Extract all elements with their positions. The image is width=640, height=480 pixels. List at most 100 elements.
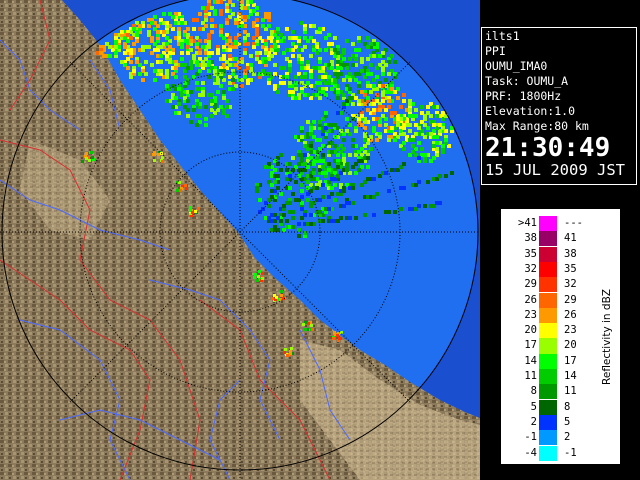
echo-cell — [387, 210, 391, 214]
echo-cell — [195, 123, 199, 127]
echo-cell — [243, 36, 247, 40]
scan-type: PPI — [485, 44, 506, 58]
echo-cell — [210, 99, 214, 103]
echo-cell — [411, 144, 415, 148]
echo-cell — [252, 9, 256, 13]
echo-cell — [240, 0, 244, 4]
echo-cell — [264, 51, 268, 55]
echo-cell — [231, 72, 235, 76]
echo-cell — [159, 54, 163, 58]
echo-cell — [126, 66, 130, 70]
echo-cell — [426, 105, 430, 109]
echo-cell — [176, 189, 179, 192]
echo-cell — [123, 45, 127, 49]
echo-cell — [420, 111, 424, 115]
echo-cell — [330, 141, 334, 145]
echo-cell — [156, 30, 160, 34]
echo-cell — [309, 156, 313, 160]
echo-cell — [345, 168, 349, 172]
echo-cell — [309, 126, 313, 130]
echo-cell — [387, 72, 391, 76]
echo-cell — [348, 123, 352, 127]
echo-cell — [157, 153, 160, 156]
echo-cell — [210, 18, 214, 22]
echo-cell — [417, 180, 421, 184]
echo-cell — [372, 108, 376, 112]
echo-cell — [312, 24, 316, 28]
echo-cell — [372, 84, 376, 88]
echo-cell — [387, 138, 391, 142]
echo-cell — [375, 66, 379, 70]
echo-cell — [303, 93, 307, 97]
echo-cell — [342, 63, 346, 67]
echo-cell — [222, 96, 226, 100]
echo-cell — [81, 160, 84, 163]
echo-cell — [390, 126, 394, 130]
echo-cell — [273, 168, 277, 172]
echo-cell — [402, 141, 406, 145]
echo-cell — [290, 347, 293, 350]
echo-cell — [432, 156, 436, 160]
echo-cell — [402, 147, 406, 151]
scan-time: 21:30:49 — [485, 133, 611, 163]
echo-cell — [291, 210, 295, 214]
echo-cell — [375, 75, 379, 79]
echo-cell — [300, 189, 304, 193]
legend-low-value: 14 — [524, 354, 537, 367]
echo-cell — [273, 180, 277, 184]
reflectivity-legend: >41 --- 38 41 35 38 32 35 29 32 26 29 23 26 20 23 17 20 14… — [501, 209, 620, 464]
echo-cell — [324, 36, 328, 40]
echo-cell — [201, 45, 205, 49]
echo-cell — [180, 51, 184, 55]
echo-cell — [180, 21, 184, 25]
echo-cell — [273, 63, 277, 67]
echo-cell — [369, 135, 373, 139]
echo-cell — [258, 270, 261, 273]
echo-cell — [327, 207, 331, 211]
legend-low-value: 20 — [524, 324, 537, 337]
echo-cell — [402, 126, 406, 130]
echo-cell — [285, 27, 289, 31]
echo-cell — [294, 87, 298, 91]
echo-cell — [423, 204, 427, 208]
echo-cell — [318, 60, 322, 64]
echo-cell — [204, 117, 208, 121]
echo-cell — [342, 48, 346, 52]
echo-cell — [189, 90, 193, 94]
echo-cell — [408, 129, 412, 133]
echo-cell — [276, 27, 280, 31]
echo-cell — [267, 81, 271, 85]
echo-cell — [126, 57, 130, 61]
radar-map-canvas — [0, 0, 480, 480]
echo-cell — [198, 12, 202, 16]
legend-row: 35 38 — [501, 246, 620, 262]
echo-cell — [216, 78, 220, 82]
echo-cell — [231, 87, 235, 91]
echo-cell — [165, 54, 169, 58]
echo-cell — [348, 87, 352, 91]
echo-cell — [369, 90, 373, 94]
echo-cell — [351, 138, 355, 142]
echo-cell — [444, 138, 448, 142]
echo-cell — [285, 168, 289, 172]
echo-cell — [291, 30, 295, 34]
echo-cell — [213, 69, 217, 73]
echo-cell — [300, 66, 304, 70]
echo-cell — [254, 273, 257, 276]
echo-cell — [252, 21, 256, 25]
echo-cell — [408, 114, 412, 118]
echo-cell — [204, 18, 208, 22]
echo-cell — [234, 63, 238, 67]
echo-cell — [297, 48, 301, 52]
echo-cell — [339, 144, 343, 148]
echo-cell — [303, 27, 307, 31]
echo-cell — [414, 123, 418, 127]
echo-cell — [249, 54, 253, 58]
echo-cell — [178, 181, 181, 184]
echo-cell — [351, 63, 355, 67]
echo-cell — [270, 195, 274, 199]
echo-cell — [307, 322, 310, 325]
echo-cell — [450, 171, 454, 175]
echo-cell — [195, 102, 199, 106]
echo-cell — [348, 78, 352, 82]
